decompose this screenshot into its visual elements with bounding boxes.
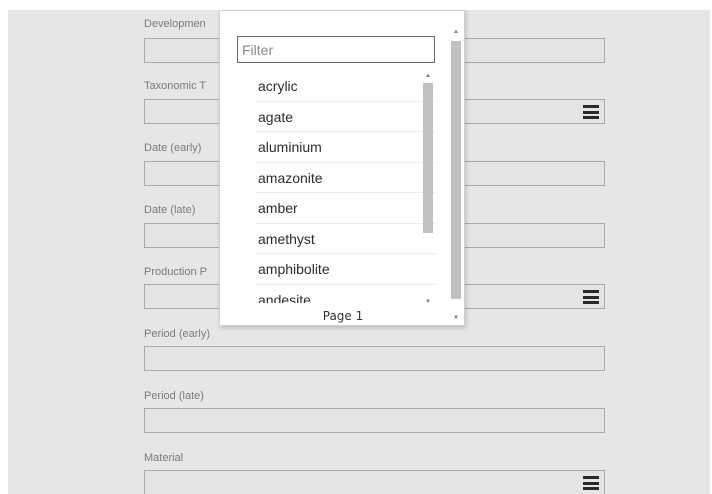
list-scrollbar[interactable]: ▲ ▼ bbox=[420, 71, 436, 307]
scroll-up-arrow-icon[interactable]: ▲ bbox=[448, 27, 464, 37]
list-item[interactable]: amphibolite bbox=[256, 254, 436, 285]
dropdown-scrollbar-thumb[interactable] bbox=[451, 41, 461, 299]
field-label-period-late: Period (late) bbox=[144, 390, 204, 402]
option-list: acrylic agate aluminium amazonite amber … bbox=[256, 71, 436, 303]
dropdown-scrollbar[interactable]: ▲ ▼ bbox=[448, 27, 464, 323]
field-label-period-early: Period (early) bbox=[144, 328, 211, 340]
field-label-material: Material bbox=[144, 452, 184, 464]
list-item[interactable]: amazonite bbox=[256, 163, 436, 193]
list-item[interactable]: amethyst bbox=[256, 224, 436, 254]
material-input[interactable] bbox=[144, 470, 605, 494]
field-label-taxonomic: Taxonomic T bbox=[144, 80, 207, 92]
production-menu-icon[interactable] bbox=[583, 289, 599, 305]
list-item[interactable]: agate bbox=[256, 102, 436, 132]
field-label-development: Developmen bbox=[144, 18, 206, 30]
taxonomic-menu-icon[interactable] bbox=[583, 104, 599, 120]
list-item[interactable]: andesite bbox=[256, 285, 436, 304]
form-panel: Developmen Taxonomic T Date (early) Date… bbox=[8, 10, 710, 494]
field-label-date-late: Date (late) bbox=[144, 204, 196, 216]
field-label-production: Production P bbox=[144, 266, 207, 278]
field-label-date-early: Date (early) bbox=[144, 142, 202, 154]
list-item[interactable]: amber bbox=[256, 193, 436, 224]
list-scrollbar-thumb[interactable] bbox=[423, 83, 433, 233]
list-item[interactable]: aluminium bbox=[256, 132, 436, 163]
material-menu-icon[interactable] bbox=[583, 475, 599, 491]
filter-input[interactable] bbox=[237, 36, 435, 63]
material-dropdown: acrylic agate aluminium amazonite amber … bbox=[219, 10, 465, 326]
period-late-input[interactable] bbox=[144, 408, 605, 433]
list-item[interactable]: acrylic bbox=[256, 71, 436, 102]
period-early-input[interactable] bbox=[144, 346, 605, 371]
scroll-up-arrow-icon[interactable]: ▲ bbox=[420, 71, 436, 81]
scroll-down-arrow-icon[interactable]: ▼ bbox=[420, 297, 436, 307]
page-indicator: Page 1 bbox=[322, 309, 364, 323]
